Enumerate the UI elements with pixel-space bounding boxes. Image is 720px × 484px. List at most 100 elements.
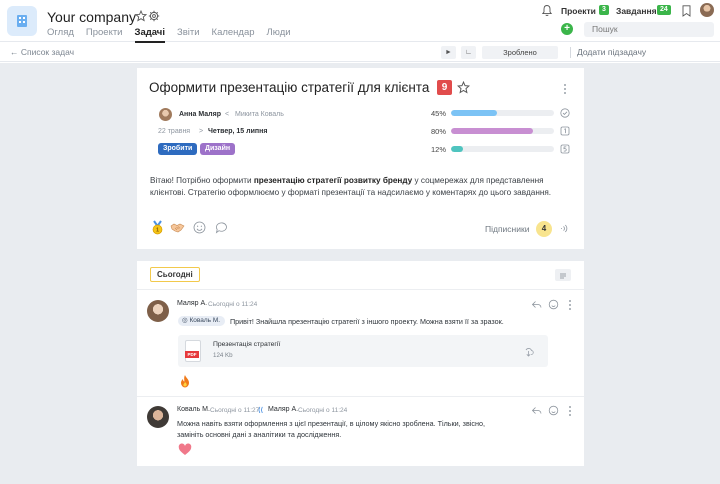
comment-author[interactable]: Коваль М.: [177, 406, 210, 413]
pdf-file-icon: PDF: [185, 340, 201, 362]
comment-author-avatar[interactable]: [147, 300, 169, 322]
due-date[interactable]: Четвер, 15 липня: [208, 128, 267, 135]
comment-author-avatar[interactable]: [147, 406, 169, 428]
description-bold: презентацію стратегії розвитку бренду: [253, 176, 413, 185]
assignee-avatar: [159, 108, 172, 121]
mention-chip[interactable]: ◎ Коваль М.: [178, 316, 226, 326]
nav-reports[interactable]: Звіти: [177, 27, 200, 43]
file-attachment[interactable]: PDF Презентація стратегії 124 Kb: [178, 335, 548, 367]
comment-text-line-1: Можна навіть взяти оформлення з цієї пре…: [177, 419, 485, 428]
file-name[interactable]: Презентація стратегії: [213, 341, 280, 348]
comment-time: Сьогодні о 11:27: [210, 407, 260, 414]
progress-percent-2: 80%: [431, 127, 447, 136]
reply-to-time: Сьогодні о 11:24: [298, 407, 348, 414]
arrow-right-icon: >: [199, 128, 204, 135]
task-description: Вітаю! Потрібно оформити презентацію стр…: [150, 175, 570, 200]
star-icon[interactable]: [457, 81, 470, 94]
bell-icon[interactable]: [541, 4, 553, 17]
comment-text: Привіт! Знайшла презентацію стратегії з …: [230, 317, 504, 326]
reply-icon[interactable]: [531, 405, 542, 416]
arrow-left-icon: ←: [10, 47, 21, 57]
task-card: Оформити презентацію стратегії для клієн…: [137, 68, 584, 249]
heart-reaction-icon[interactable]: [178, 443, 192, 456]
tasks-count-badge: 24: [657, 5, 671, 15]
task-toolbar: ← Список задач ► ∟ Зроблено Додати підза…: [0, 43, 720, 62]
search-input[interactable]: Пошук: [584, 22, 714, 37]
fire-reaction-icon[interactable]: [178, 374, 192, 389]
add-subtask-button[interactable]: Додати підзадачу: [577, 47, 646, 57]
comment-menu-icon[interactable]: [569, 300, 572, 312]
progress-fill-3: [451, 146, 464, 152]
subscribers-label[interactable]: Підписники: [485, 224, 529, 234]
progress-bar-2: [451, 128, 554, 134]
done-button[interactable]: Зроблено: [482, 46, 558, 59]
more-menu-icon[interactable]: [564, 84, 567, 96]
divider: [137, 289, 584, 290]
company-logo[interactable]: [7, 6, 37, 36]
back-label: Список задач: [20, 47, 75, 57]
progress-percent-3: 12%: [431, 145, 447, 154]
start-date[interactable]: 22 травня: [158, 128, 190, 135]
reply-arrow-icon: ⟨⟨: [258, 407, 264, 414]
watcher-name[interactable]: Микита Коваль: [235, 111, 284, 118]
tag-design[interactable]: Дизайн: [200, 143, 236, 155]
number-box-icon[interactable]: [560, 126, 570, 136]
number-box-icon[interactable]: [560, 144, 570, 154]
nav-projects[interactable]: Проекти: [86, 27, 123, 43]
nav-tasks[interactable]: Задачі: [134, 27, 165, 43]
bookmark-icon[interactable]: [682, 5, 691, 17]
play-button[interactable]: ►: [441, 46, 456, 59]
emoji-icon[interactable]: [548, 299, 559, 310]
description-part-1: Вітаю! Потрібно оформити: [150, 176, 254, 185]
download-icon[interactable]: [523, 346, 534, 357]
nav-calendar[interactable]: Календар: [212, 27, 255, 43]
assignee-name[interactable]: Анна Маляр: [179, 111, 221, 118]
divider: [137, 396, 584, 397]
projects-link[interactable]: Проекти: [561, 6, 596, 16]
priority-badge: 9: [437, 80, 452, 95]
reply-to-author[interactable]: Маляр А.: [268, 406, 298, 413]
svg-text:1: 1: [156, 228, 159, 234]
user-avatar[interactable]: [700, 3, 714, 17]
company-name: Your company: [47, 9, 136, 25]
handshake-icon[interactable]: [170, 220, 185, 235]
tag-todo[interactable]: Зробити: [158, 143, 198, 155]
comment-menu-icon[interactable]: [569, 406, 572, 418]
subscribers-count-badge[interactable]: 4: [536, 221, 552, 237]
nav-people[interactable]: Люди: [267, 27, 291, 43]
gear-icon[interactable]: [148, 10, 160, 22]
progress-fill-2: [451, 128, 534, 134]
today-filter-button[interactable]: Сьогодні: [150, 267, 200, 282]
add-button[interactable]: +: [561, 23, 573, 35]
check-circle-icon[interactable]: [560, 108, 570, 118]
task-title: Оформити презентацію стратегії для клієн…: [149, 80, 430, 95]
progress-percent-1: 45%: [431, 109, 447, 118]
smile-icon[interactable]: [192, 220, 207, 235]
sound-wave-icon[interactable]: [558, 223, 569, 234]
file-type: PDF: [185, 351, 199, 358]
comments-card: Сьогодні Маляр А. Сьогодні о 11:24 ◎ Ков…: [137, 261, 584, 466]
top-header: Your company Огляд Проекти Задачі Звіти …: [0, 0, 720, 43]
progress-fill-1: [451, 110, 498, 116]
filter-icon[interactable]: [555, 269, 571, 281]
tasks-link[interactable]: Завдання: [616, 6, 657, 16]
comment-icon[interactable]: [214, 220, 229, 235]
mention-name: Коваль М.: [189, 317, 221, 324]
progress-bar-3: [451, 146, 554, 152]
progress-bar-1: [451, 110, 554, 116]
reply-icon[interactable]: [531, 299, 542, 310]
main-nav: Огляд Проекти Задачі Звіти Календар Люди: [47, 27, 303, 43]
emoji-icon[interactable]: [548, 405, 559, 416]
arrow-left-icon: <: [225, 111, 230, 118]
star-icon[interactable]: [135, 10, 147, 22]
back-to-task-list[interactable]: ← Список задач: [10, 47, 74, 57]
nav-overview[interactable]: Огляд: [47, 27, 74, 43]
comment-time: Сьогодні о 11:24: [208, 301, 258, 308]
file-size: 124 Kb: [213, 352, 233, 359]
toolbar-divider: [570, 47, 571, 58]
comment-author[interactable]: Маляр А.: [177, 300, 207, 307]
projects-count-badge: 3: [599, 5, 609, 15]
medal-icon[interactable]: 1: [150, 220, 165, 235]
building-icon: [17, 15, 27, 27]
corner-button[interactable]: ∟: [461, 46, 476, 59]
